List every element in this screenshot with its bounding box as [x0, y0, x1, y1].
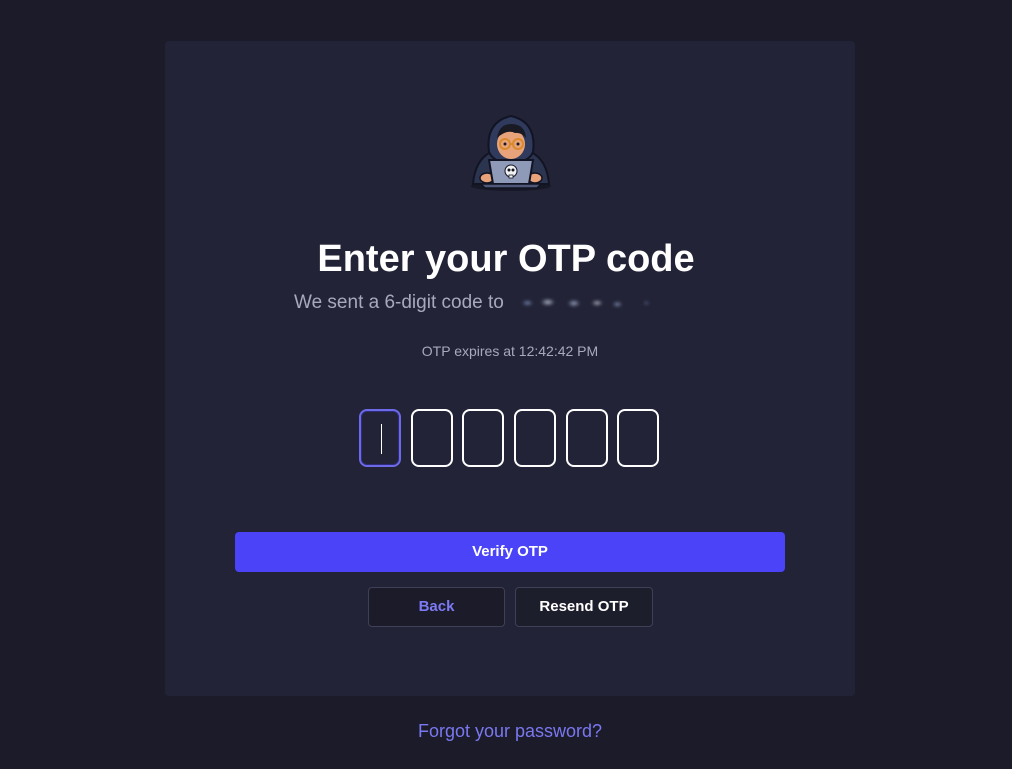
otp-digit-3[interactable] — [462, 409, 504, 467]
otp-digit-6[interactable] — [617, 409, 659, 467]
hacker-avatar-icon — [471, 114, 551, 191]
otp-sent-prefix: We sent a 6-digit code to — [294, 292, 504, 313]
forgot-password-link[interactable]: Forgot your password? — [0, 719, 1012, 743]
back-button[interactable]: Back — [368, 587, 505, 627]
redacted-email — [513, 294, 659, 311]
verify-otp-button[interactable]: Verify OTP — [235, 532, 785, 572]
resend-otp-button[interactable]: Resend OTP — [515, 587, 653, 627]
page-title: Enter your OTP code — [317, 238, 695, 280]
otp-digit-4[interactable] — [514, 409, 556, 467]
otp-sent-message: We sent a 6-digit code to — [294, 290, 659, 316]
otp-input-group — [359, 409, 661, 467]
otp-digit-1[interactable] — [359, 409, 401, 467]
otp-digit-2[interactable] — [411, 409, 453, 467]
otp-expiry-text: OTP expires at 12:42:42 PM — [421, 343, 599, 359]
otp-digit-5[interactable] — [566, 409, 608, 467]
